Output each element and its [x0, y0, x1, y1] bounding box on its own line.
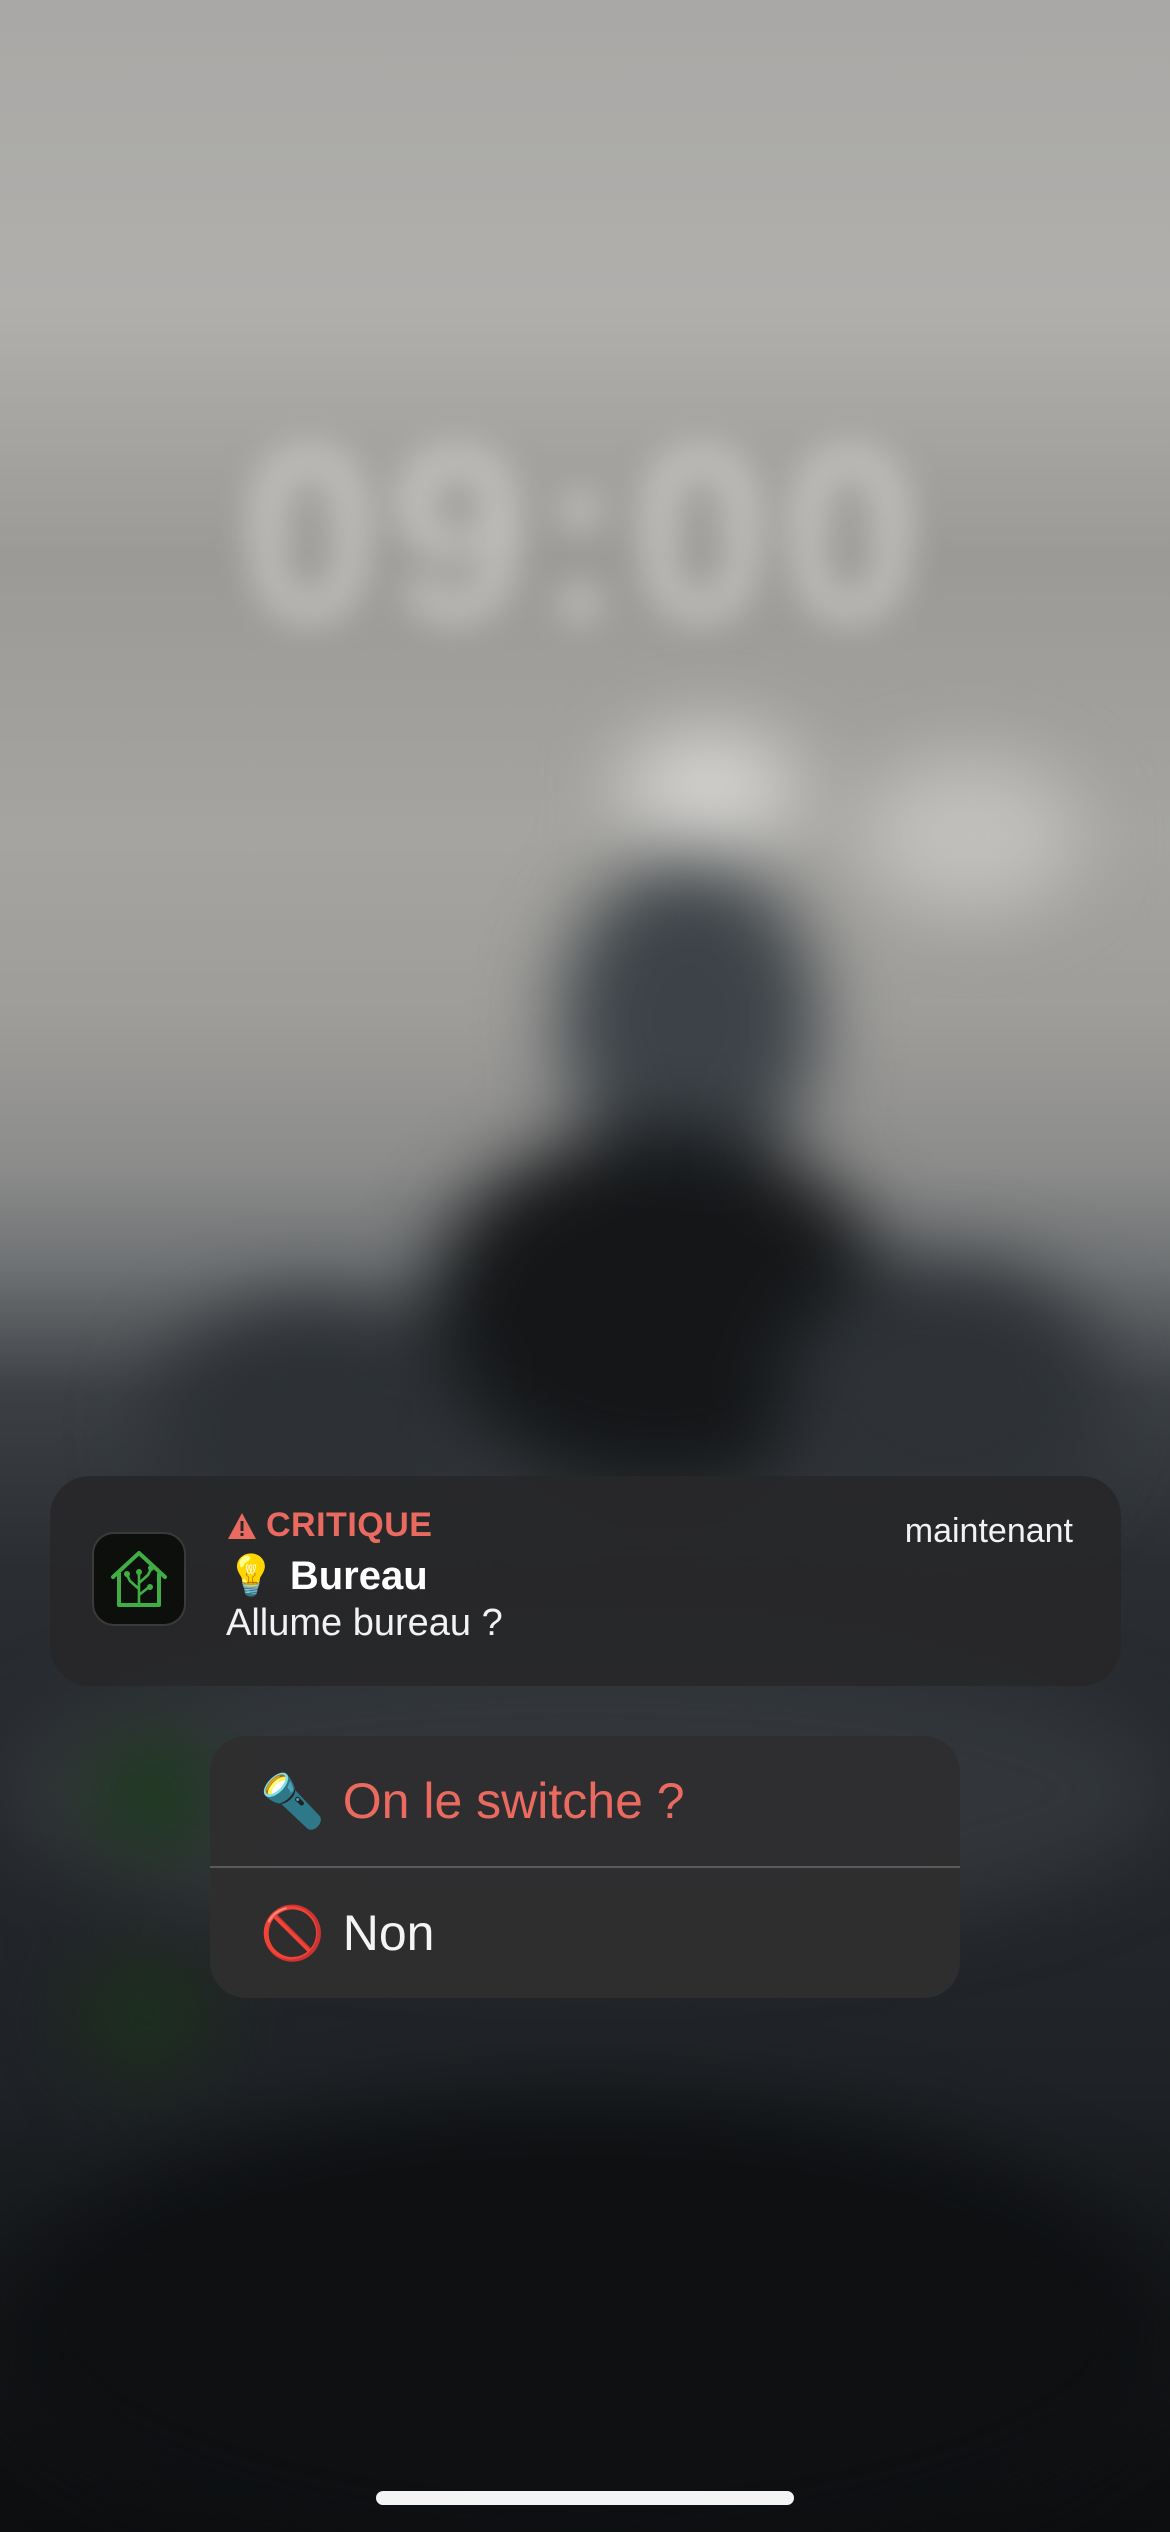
lightbulb-icon: 💡	[226, 1554, 276, 1598]
action-switch-button[interactable]: 🔦 On le switche ?	[210, 1736, 960, 1866]
notification-title: 💡 Bureau	[226, 1552, 428, 1599]
notification-actions-menu: 🔦 On le switche ? 🚫 Non	[210, 1736, 960, 1998]
action-no-label: Non	[342, 1905, 435, 1961]
home-indicator[interactable]	[376, 2491, 794, 2505]
flashlight-icon: 🔦	[260, 1772, 325, 1831]
title-text: Bureau	[289, 1554, 428, 1598]
action-switch-label: On le switche ?	[342, 1773, 685, 1829]
blurred-wallpaper	[0, 0, 1170, 2532]
lock-screen: 09:00 CRITIQUE maintenant 💡 Bureau Allum…	[0, 0, 1170, 2532]
notification-time: maintenant	[904, 1512, 1073, 1550]
prohibited-icon: 🚫	[260, 1904, 325, 1963]
critical-level: CRITIQUE	[226, 1506, 432, 1545]
action-no-button[interactable]: 🚫 Non	[210, 1868, 960, 1998]
level-label: CRITIQUE	[266, 1506, 433, 1544]
notification-body: Allume bureau ?	[226, 1602, 503, 1644]
notification-card[interactable]: CRITIQUE maintenant 💡 Bureau Allume burea…	[50, 1476, 1121, 1686]
warning-icon	[228, 1512, 256, 1539]
home-assistant-icon	[92, 1532, 186, 1626]
lock-screen-clock: 09:00	[240, 394, 930, 673]
